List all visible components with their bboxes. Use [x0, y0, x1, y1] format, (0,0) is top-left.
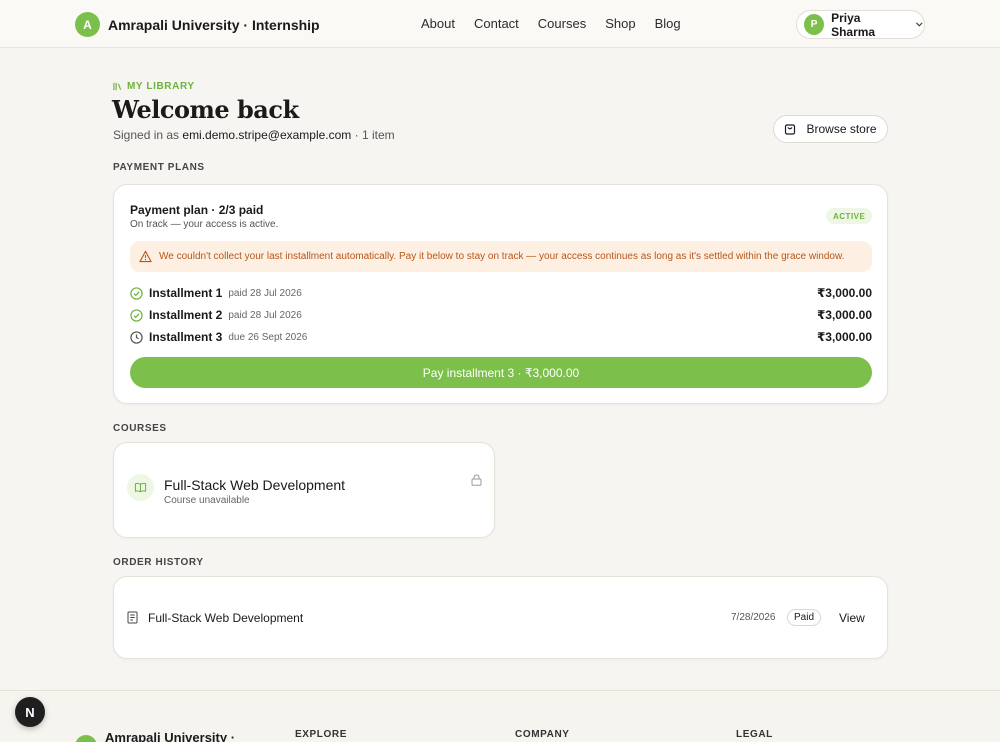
order-title: Full-Stack Web Development	[148, 611, 304, 625]
installment-label: Installment 2	[149, 308, 223, 322]
user-menu-button[interactable]: P Priya Sharma	[796, 10, 925, 39]
view-order-link[interactable]: View	[839, 611, 865, 625]
item-count: · 1 item	[351, 128, 395, 142]
user-email: emi.demo.stripe@example.com	[182, 128, 352, 142]
library-eyebrow: MY LIBRARY	[113, 81, 195, 92]
payment-plan-card: Payment plan · 2/3 paid On track — your …	[113, 184, 888, 404]
nav-blog[interactable]: Blog	[655, 16, 681, 31]
status-badge: ACTIVE	[826, 208, 873, 224]
user-name: Priya Sharma	[831, 10, 876, 39]
browse-store-button[interactable]: Browse store	[773, 115, 888, 143]
warning-text: We couldn't collect your last installmen…	[159, 251, 845, 262]
check-circle-icon	[130, 308, 143, 322]
footer-explore-heading: EXPLORE	[295, 729, 347, 740]
course-title: Full-Stack Web Development	[164, 477, 346, 493]
brand-logo: A	[75, 12, 100, 37]
installment-label: Installment 3	[149, 330, 223, 344]
dev-tools-button[interactable]: N	[15, 697, 45, 727]
nav-about[interactable]: About	[421, 16, 455, 31]
page-title: Welcome back	[112, 95, 299, 124]
paid-badge: Paid	[787, 609, 822, 626]
shopping-bag-icon	[785, 124, 796, 135]
plan-title: Payment plan · 2/3 paid	[130, 203, 264, 217]
chevron-down-icon	[916, 22, 923, 27]
payment-plans-heading: PAYMENT PLANS	[113, 162, 205, 173]
order-row: Full-Stack Web Development 7/28/2026 Pai…	[113, 576, 888, 659]
installment-label: Installment 1	[149, 286, 223, 300]
installment-amount: ₹3,000.00	[816, 308, 872, 322]
library-icon	[113, 82, 122, 91]
brand-link[interactable]: A Amrapali University · Internship	[75, 12, 320, 37]
installment-amount: ₹3,000.00	[816, 286, 872, 300]
plan-subtitle: On track — your access is active.	[130, 219, 279, 230]
course-status: Course unavailable	[164, 495, 250, 506]
installment-date: paid 28 Jul 2026	[228, 287, 302, 299]
brand-name: Amrapali University · Internship	[108, 16, 320, 33]
nav-courses[interactable]: Courses	[538, 16, 586, 31]
courses-heading: COURSES	[113, 423, 167, 434]
pay-installment-button[interactable]: Pay installment 3 · ₹3,000.00	[130, 357, 872, 388]
browse-store-label: Browse store	[806, 122, 877, 136]
footer-legal-heading: LEGAL	[736, 729, 773, 740]
eyebrow-text: MY LIBRARY	[127, 81, 195, 92]
nav-contact[interactable]: Contact	[474, 16, 519, 31]
installment-row: Installment 1 paid 28 Jul 2026 ₹3,000.00	[130, 285, 872, 301]
site-header: A Amrapali University · Internship About…	[0, 0, 1000, 48]
installment-date: due 26 Sept 2026	[228, 331, 308, 343]
check-circle-icon	[130, 286, 143, 300]
installment-row: Installment 2 paid 28 Jul 2026 ₹3,000.00	[130, 307, 872, 323]
nav-shop[interactable]: Shop	[605, 16, 635, 31]
installment-row: Installment 3 due 26 Sept 2026 ₹3,000.00	[130, 329, 872, 345]
signed-in-text: Signed in as emi.demo.stripe@example.com…	[113, 128, 395, 142]
signed-in-prefix: Signed in as	[113, 128, 183, 142]
installment-amount: ₹3,000.00	[816, 330, 872, 344]
avatar: P	[804, 14, 825, 35]
footer-brand-name: Amrapali University ·	[105, 730, 236, 742]
site-footer: Amrapali University · EXPLORE COMPANY LE…	[0, 690, 1000, 742]
order-date: 7/28/2026	[731, 612, 776, 623]
course-card[interactable]: Full-Stack Web Development Course unavai…	[113, 442, 495, 538]
receipt-icon	[127, 611, 138, 624]
installment-date: paid 28 Jul 2026	[228, 309, 302, 321]
main-nav: About Contact Courses Shop Blog	[421, 16, 681, 31]
order-history-heading: ORDER HISTORY	[113, 557, 204, 568]
lock-icon	[471, 474, 482, 486]
warning-icon	[139, 250, 152, 263]
clock-icon	[130, 330, 143, 344]
footer-company-heading: COMPANY	[515, 729, 570, 740]
footer-logo	[75, 735, 97, 742]
payment-warning: We couldn't collect your last installmen…	[130, 241, 872, 272]
book-icon	[127, 474, 154, 501]
